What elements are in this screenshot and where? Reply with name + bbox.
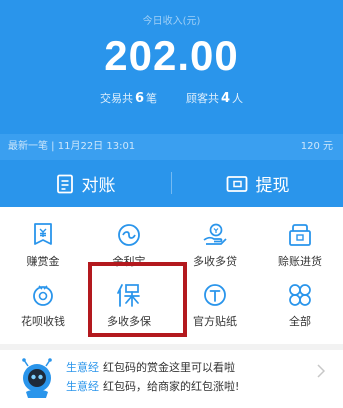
income-stats: 交易共 6 笔 顾客共 4 人 <box>0 90 343 106</box>
trade-unit: 笔 <box>146 92 157 105</box>
sticker-icon <box>204 284 226 306</box>
all-icon <box>289 284 311 306</box>
latest-transaction-time: 最新一笔 | 11月22日 13:01 <box>8 141 136 152</box>
trade-prefix: 交易共 <box>99 92 133 105</box>
latest-transaction-amount: 120 元 <box>300 141 333 152</box>
reward-icon <box>34 223 52 245</box>
grid-item-credit-purchase[interactable]: 赊账进货 <box>257 221 343 277</box>
withdraw-label: 提现 <box>255 176 290 196</box>
grid-item-all[interactable]: 全部 <box>257 281 343 337</box>
news-text: 红包码，给商家的红包涨啦! <box>103 380 240 393</box>
news-line: 生意经 红包码的赏金这里可以看啦 <box>66 358 239 377</box>
news-tag: 生意经 <box>66 361 99 374</box>
today-income-amount[interactable]: 202.00 <box>0 32 343 80</box>
customer-prefix: 顾客共 <box>186 92 219 105</box>
highlight-box <box>88 262 187 337</box>
yulibao-icon <box>118 224 140 246</box>
news-lines: 生意经 红包码的赏金这里可以看啦 生意经 红包码，给商家的红包涨啦! <box>66 358 239 396</box>
news-text: 红包码的赏金这里可以看啦 <box>103 361 235 374</box>
grid-item-reward[interactable]: 赚赏金 <box>0 221 86 277</box>
withdraw-icon <box>226 175 247 192</box>
grid-item-label: 全部 <box>289 315 311 328</box>
chevron-right-icon[interactable] <box>317 364 325 378</box>
income-header: 今日收入(元) 202.00 交易共 6 笔 顾客共 4 人 最新一笔 | 11月22日… <box>0 0 343 207</box>
action-buttons: 对账 提现 <box>0 160 343 207</box>
today-income-label: 今日收入(元) <box>142 16 201 27</box>
trade-count: 6 <box>134 91 144 106</box>
robot-mascot-icon <box>22 358 52 398</box>
news-banner[interactable]: 生意经 红包码的赏金这里可以看啦 生意经 红包码，给商家的红包涨啦! <box>0 350 343 408</box>
grid-item-label: 花呗收钱 <box>21 315 65 328</box>
loan-icon <box>203 223 227 245</box>
credit-purchase-icon <box>289 224 311 246</box>
latest-transaction-row[interactable]: 最新一笔 | 11月22日 13:01 120 元 <box>0 134 343 160</box>
news-line: 生意经 红包码，给商家的红包涨啦! <box>66 377 239 396</box>
customer-count: 4 <box>221 91 231 106</box>
grid-item-label: 赊账进货 <box>278 255 322 268</box>
grid-item-label: 赚赏金 <box>26 255 60 268</box>
reconcile-label: 对账 <box>81 176 116 196</box>
document-icon <box>56 174 73 193</box>
reconcile-button[interactable]: 对账 <box>0 160 171 207</box>
huabei-icon <box>33 285 53 306</box>
news-tag: 生意经 <box>66 380 99 393</box>
withdraw-button[interactable]: 提现 <box>172 160 343 207</box>
grid-item-huabei[interactable]: 花呗收钱 <box>0 281 86 337</box>
customer-unit: 人 <box>232 92 244 105</box>
